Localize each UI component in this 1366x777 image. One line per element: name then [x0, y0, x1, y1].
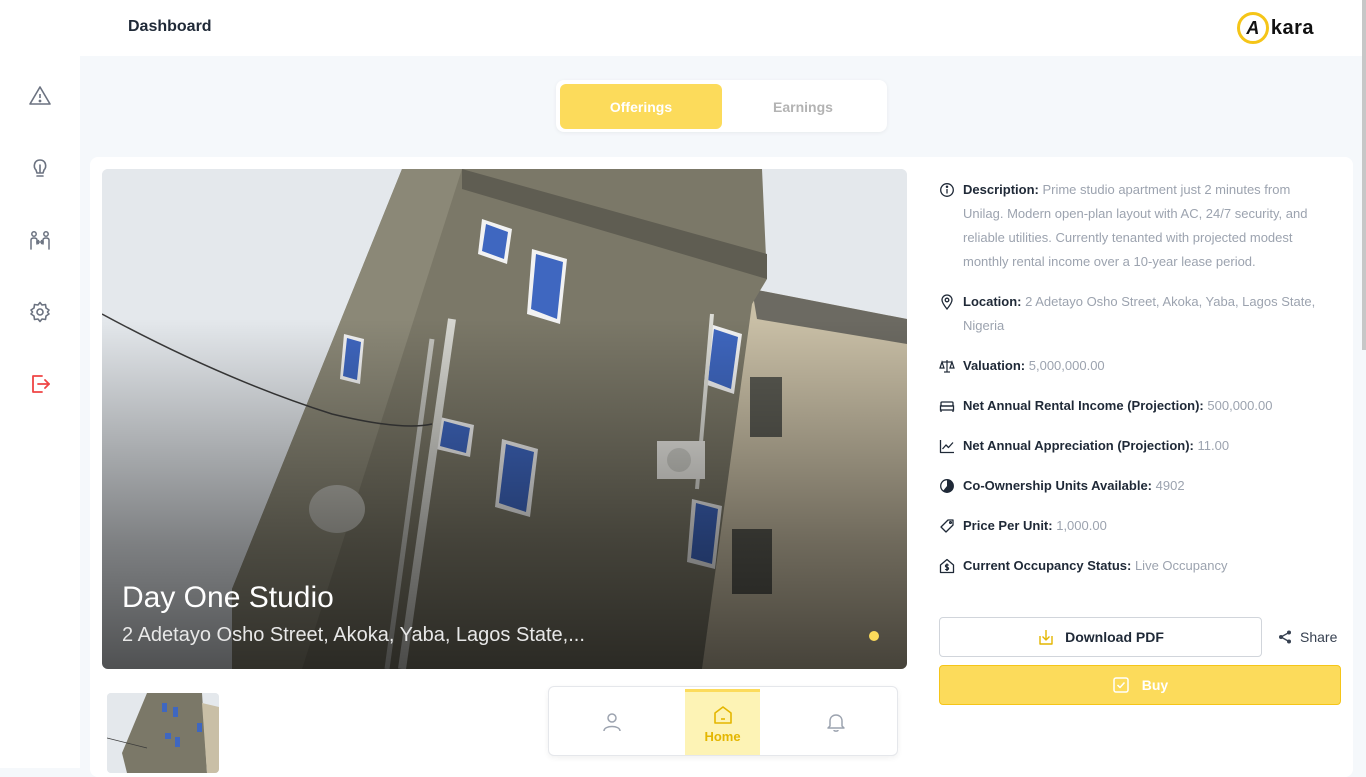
- user-icon: [602, 713, 621, 732]
- chart-line-icon: [939, 440, 954, 454]
- tab-bar: Offerings Earnings: [556, 80, 887, 132]
- property-title: Day One Studio: [122, 581, 334, 614]
- info-icon: [940, 183, 954, 197]
- home-icon: [713, 706, 732, 724]
- download-icon: [1039, 630, 1053, 645]
- appreciation-value: 11.00: [1197, 438, 1230, 453]
- nav-profile[interactable]: [574, 689, 649, 755]
- bell-icon: [826, 714, 845, 732]
- pie-chart-icon: [940, 479, 954, 493]
- logout-icon[interactable]: [26, 370, 54, 398]
- scale-icon: [939, 360, 955, 373]
- gear-icon[interactable]: [26, 298, 54, 326]
- download-pdf-label: Download PDF: [1065, 629, 1164, 645]
- property-hero-image[interactable]: Day One Studio 2 Adetayo Osho Street, Ak…: [102, 169, 907, 669]
- lightbulb-icon[interactable]: [26, 154, 54, 182]
- checkbox-icon: [1113, 677, 1129, 693]
- nav-home[interactable]: Home: [685, 689, 760, 755]
- map-pin-icon: [941, 294, 953, 310]
- rental-label: Net Annual Rental Income (Projection):: [963, 398, 1204, 413]
- nav-notifications[interactable]: [798, 689, 873, 755]
- page-title: Dashboard: [128, 18, 212, 35]
- users-exchange-icon[interactable]: [26, 226, 54, 254]
- buy-label: Buy: [1141, 677, 1169, 693]
- share-label: Share: [1300, 629, 1338, 645]
- valuation-label: Valuation:: [963, 358, 1026, 373]
- logo-mark: A: [1236, 12, 1269, 44]
- tab-earnings[interactable]: Earnings: [722, 84, 884, 129]
- warning-icon[interactable]: [26, 82, 54, 110]
- units-value: 4902: [1155, 478, 1185, 493]
- units-label: Co-Ownership Units Available:: [963, 478, 1153, 493]
- description-label: Description:: [963, 182, 1039, 197]
- price-value: 1,000.00: [1056, 518, 1107, 533]
- logo-text: kara: [1270, 16, 1314, 39]
- tab-offerings[interactable]: Offerings: [560, 84, 722, 129]
- download-pdf-button[interactable]: Download PDF: [939, 617, 1262, 657]
- valuation-value: 5,000,000.00: [1028, 358, 1105, 373]
- property-address: 2 Adetayo Osho Street, Akoka, Yaba, Lago…: [122, 624, 585, 646]
- rental-value: 500,000.00: [1207, 398, 1273, 413]
- akara-logo[interactable]: A kara: [1236, 12, 1314, 44]
- house-dollar-icon: [939, 558, 955, 574]
- occupancy-value: Live Occupancy: [1134, 558, 1228, 573]
- top-bar: Dashboard A kara: [80, 0, 1366, 56]
- thumbnail-photo: [107, 693, 219, 773]
- appreciation-label: Net Annual Appreciation (Projection):: [963, 438, 1194, 453]
- occupancy-label: Current Occupancy Status:: [963, 558, 1132, 573]
- carousel-indicator[interactable]: [869, 631, 879, 641]
- share-button[interactable]: Share: [1278, 626, 1337, 648]
- share-icon: [1279, 630, 1291, 644]
- bottom-nav: Home: [548, 686, 898, 756]
- property-thumbnail[interactable]: [107, 693, 219, 773]
- logo-mark-letter: A: [1246, 17, 1260, 38]
- bed-icon: [939, 401, 955, 412]
- page-scrollbar[interactable]: [1362, 0, 1366, 350]
- sidebar: [0, 0, 80, 768]
- price-label: Price Per Unit:: [963, 518, 1053, 533]
- buy-button[interactable]: Buy: [939, 665, 1341, 705]
- location-label: Location:: [963, 294, 1022, 309]
- tag-icon: [940, 519, 954, 533]
- nav-home-label: Home: [704, 729, 741, 744]
